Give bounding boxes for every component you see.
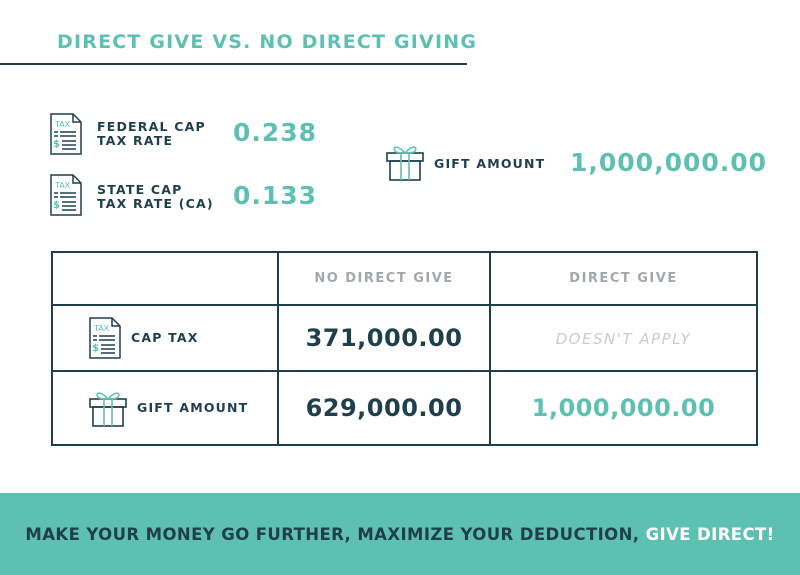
tax-document-icon: TAX $ (50, 113, 82, 155)
cell-value: 1,000,000.00 (531, 394, 716, 422)
svg-text:$: $ (53, 200, 60, 211)
cell-value: DOESN'T APPLY (555, 329, 692, 348)
gift-amount-label: GIFT AMOUNT (434, 156, 546, 171)
table-header-direct-give: DIRECT GIVE (489, 251, 758, 306)
gift-amount-value: 1,000,000.00 (570, 148, 768, 177)
table-row: GIFT AMOUNT 629,000.00 1,000,000.00 (51, 370, 758, 446)
footer-banner: MAKE YOUR MONEY GO FURTHER, MAXIMIZE YOU… (0, 493, 800, 575)
tax-document-icon: TAX $ (50, 174, 82, 216)
gift-box-icon (386, 143, 424, 181)
federal-rate-value: 0.238 (233, 118, 318, 147)
federal-rate-label-line1: FEDERAL CAP (97, 119, 206, 134)
gift-no-direct-value: 629,000.00 (277, 370, 491, 446)
tax-icon-text: TAX (54, 120, 71, 129)
footer-accent-text: GIVE DIRECT! (645, 524, 775, 544)
svg-text:$: $ (53, 139, 60, 150)
cap-tax-direct-value: DOESN'T APPLY (489, 304, 758, 372)
gift-direct-value: 1,000,000.00 (489, 370, 758, 446)
tax-icon-text: TAX (54, 181, 71, 190)
state-rate-label: STATE CAP TAX RATE (CA) (97, 183, 214, 211)
state-rate-label-line1: STATE CAP (97, 182, 183, 197)
table-header-empty (51, 251, 279, 306)
federal-rate-label: FEDERAL CAP TAX RATE (97, 120, 206, 148)
cap-tax-no-direct-value: 371,000.00 (277, 304, 491, 372)
federal-rate-label-line2: TAX RATE (97, 133, 174, 148)
page-title: DIRECT GIVE VS. NO DIRECT GIVING (57, 31, 478, 53)
table-row: TAX $ CAP TAX 371,000.00 DOESN'T APPLY (51, 304, 758, 372)
tax-document-icon: TAX $ (89, 317, 121, 359)
svg-text:$: $ (92, 343, 99, 354)
cell-value: 371,000.00 (305, 324, 463, 352)
row-label-cell: GIFT AMOUNT (51, 370, 279, 446)
row-label: CAP TAX (131, 330, 199, 345)
table-header-row: NO DIRECT GIVE DIRECT GIVE (51, 251, 758, 306)
state-rate-label-line2: TAX RATE (CA) (97, 196, 214, 211)
footer-main-text: MAKE YOUR MONEY GO FURTHER, MAXIMIZE YOU… (25, 524, 646, 544)
table-header-no-direct-give: NO DIRECT GIVE (277, 251, 491, 306)
title-underline (0, 63, 467, 65)
row-label: GIFT AMOUNT (137, 400, 249, 415)
tax-icon-text: TAX (93, 324, 110, 333)
comparison-table: NO DIRECT GIVE DIRECT GIVE TAX $ CAP TAX… (51, 251, 758, 446)
cell-value: 629,000.00 (305, 394, 463, 422)
gift-box-icon (89, 389, 127, 427)
row-label-cell: TAX $ CAP TAX (51, 304, 279, 372)
state-rate-value: 0.133 (233, 181, 318, 210)
footer-text: MAKE YOUR MONEY GO FURTHER, MAXIMIZE YOU… (25, 525, 774, 544)
